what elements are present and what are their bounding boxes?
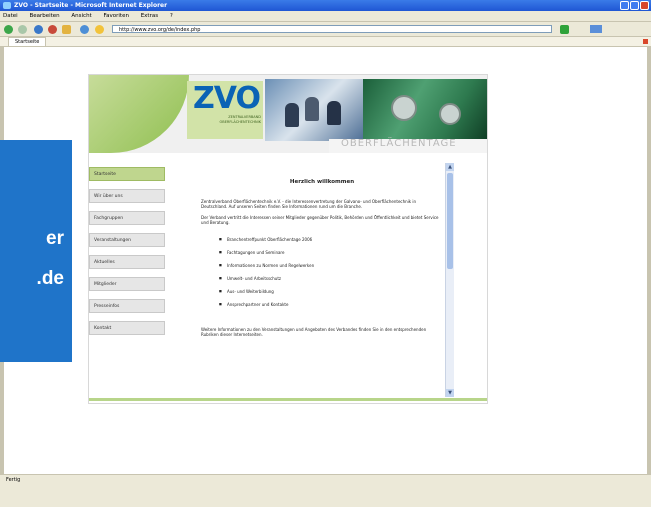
maximize-button[interactable] [630, 1, 639, 10]
second-paragraph: Der Verband vertritt die Interessen sein… [201, 215, 439, 225]
list-item[interactable]: Branchentreffpunkt Oberflächentage 2006 [219, 237, 453, 242]
site-header: ZVO ZENTRALVERBAND OBERFLÄCHENTECHNIK OB… [89, 75, 487, 153]
person-figure [327, 101, 341, 125]
footer-green-line [89, 398, 487, 401]
callout-box: er .de [0, 140, 72, 362]
menu-bar: Datei Bearbeiten Ansicht Favoriten Extra… [0, 11, 651, 22]
toolbar: http://www.zvo.org/de/index.php [0, 22, 651, 37]
menu-edit[interactable]: Bearbeiten [29, 13, 59, 19]
person-figure [305, 97, 319, 121]
list-item[interactable]: Informationen zu Normen und Regelwerken [219, 263, 453, 268]
status-text: Fertig [6, 477, 21, 483]
nav-item-fachgruppen[interactable]: Fachgruppen [89, 211, 165, 225]
gear-icon [391, 95, 417, 121]
links-icon[interactable] [590, 25, 602, 33]
site-logo[interactable]: ZVO [193, 81, 261, 116]
content-scrollbar[interactable]: ▲ ▼ [445, 163, 454, 397]
person-figure [285, 103, 299, 127]
back-icon[interactable] [4, 25, 13, 34]
close-button[interactable] [640, 1, 649, 10]
menu-tools[interactable]: Extras [141, 13, 158, 19]
menu-file[interactable]: Datei [3, 13, 18, 19]
site-nav: Startseite Wir über uns Fachgruppen Vera… [89, 167, 167, 343]
home-icon[interactable] [62, 25, 71, 34]
window-controls [620, 1, 649, 10]
tab-bar: Startseite [0, 37, 651, 47]
browser-icon [3, 2, 11, 9]
menu-help[interactable]: ? [170, 13, 173, 19]
nav-item-wir-ueber-uns[interactable]: Wir über uns [89, 189, 165, 203]
status-bar: Fertig [0, 474, 651, 507]
header-photo-parts [363, 79, 487, 141]
scrollbar-thumb[interactable] [447, 173, 453, 269]
menu-favorites[interactable]: Favoriten [103, 13, 128, 19]
callout-line-1: er [46, 228, 64, 249]
nav-item-veranstaltungen[interactable]: Veranstaltungen [89, 233, 165, 247]
gear-icon [439, 103, 461, 125]
main-content: Herzlich willkommen Zentralverband Oberf… [191, 173, 453, 395]
window-right-border [647, 47, 651, 474]
nav-item-kontakt[interactable]: Kontakt [89, 321, 165, 335]
list-item[interactable]: Umwelt- und Arbeitsschutz [219, 276, 453, 281]
nav-item-startseite[interactable]: Startseite [89, 167, 165, 181]
search-icon[interactable] [80, 25, 89, 34]
tab-startseite[interactable]: Startseite [8, 37, 47, 46]
stop-icon[interactable] [48, 25, 57, 34]
tab-close-icon[interactable] [643, 39, 648, 44]
nav-item-mitglieder[interactable]: Mitglieder [89, 277, 165, 291]
intro-paragraph: Zentralverband Oberflächentechnik e.V. -… [201, 199, 417, 209]
address-bar[interactable]: http://www.zvo.org/de/index.php [112, 25, 552, 33]
favorites-icon[interactable] [95, 25, 104, 34]
header-green-shape [89, 75, 189, 153]
title-bar: ZVO - Startseite - Microsoft Internet Ex… [0, 0, 651, 11]
nav-item-presseinfos[interactable]: Presseinfos [89, 299, 165, 313]
content-title: Herzlich willkommen [289, 179, 355, 185]
logo-subtitle: ZENTRALVERBAND OBERFLÄCHENTECHNIK [219, 115, 261, 124]
list-item[interactable]: Fachtagungen und Seminare [219, 250, 453, 255]
minimize-button[interactable] [620, 1, 629, 10]
footer-paragraph: Weitere Informationen zu den Veranstaltu… [201, 327, 427, 337]
header-word: OBERFLÄCHENTAGE [341, 138, 457, 149]
callout-line-2: .de [36, 268, 64, 289]
content-list: Branchentreffpunkt Oberflächentage 2006 … [219, 237, 453, 307]
scroll-up-icon[interactable]: ▲ [446, 163, 454, 171]
list-item[interactable]: Aus- und Weiterbildung [219, 289, 453, 294]
refresh-icon[interactable] [34, 25, 43, 34]
scroll-down-icon[interactable]: ▼ [446, 389, 454, 397]
nav-item-aktuelles[interactable]: Aktuelles [89, 255, 165, 269]
menu-view[interactable]: Ansicht [71, 13, 91, 19]
list-item[interactable]: Ansprechpartner und Kontakte [219, 302, 453, 307]
window-title: ZVO - Startseite - Microsoft Internet Ex… [14, 2, 168, 9]
header-photo-people [265, 79, 363, 141]
forward-icon[interactable] [18, 25, 27, 34]
website: ZVO ZENTRALVERBAND OBERFLÄCHENTECHNIK OB… [88, 74, 488, 404]
go-button[interactable] [560, 25, 569, 34]
